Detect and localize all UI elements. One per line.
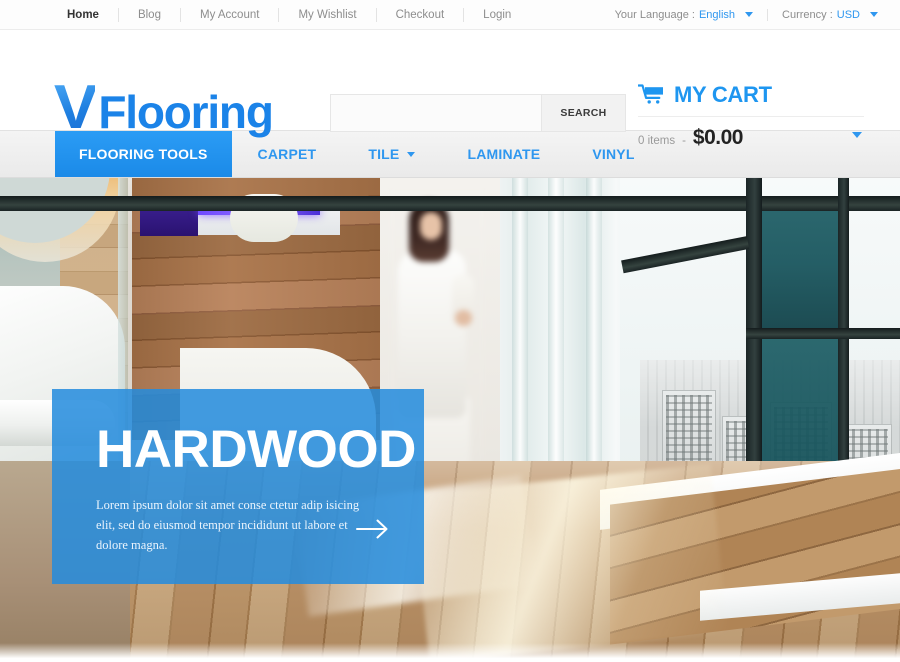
top-nav-link-my-wishlist[interactable]: My Wishlist xyxy=(279,7,377,22)
cart-widget[interactable]: MY CART 0 items - $0.00 xyxy=(638,82,864,150)
hero-bottom-fade xyxy=(0,643,900,661)
hero-sunbeam xyxy=(411,463,729,661)
top-bar-right: Your Language : English Currency : USD xyxy=(601,8,878,21)
nav-item-label: LAMINATE xyxy=(467,146,541,162)
hero-caption-panel[interactable]: HARDWOOD Lorem ipsum dolor sit amet cons… xyxy=(52,389,424,584)
cart-separator: - xyxy=(682,135,686,147)
top-nav-link-blog[interactable]: Blog xyxy=(119,7,181,22)
currency-label: Currency : xyxy=(782,8,833,21)
hero-glass-pane xyxy=(762,200,838,328)
top-nav: Home Blog My Account My Wishlist Checkou… xyxy=(48,7,530,22)
site-header: V Flooring SEARCH MY CART 0 items - $0.0… xyxy=(0,30,900,149)
nav-item-label: FLOORING TOOLS xyxy=(79,146,208,162)
nav-item-laminate[interactable]: LAMINATE xyxy=(441,131,566,177)
nav-item-label: TILE xyxy=(368,146,400,162)
cart-header: MY CART xyxy=(638,82,864,117)
language-value: English xyxy=(698,8,736,21)
chevron-down-icon[interactable] xyxy=(852,132,862,138)
currency-selector[interactable]: Currency : USD xyxy=(768,9,878,21)
top-nav-link-my-account[interactable]: My Account xyxy=(181,7,280,22)
search-input[interactable] xyxy=(331,95,541,131)
nav-item-label: VINYL xyxy=(592,146,635,162)
top-utility-bar: Home Blog My Account My Wishlist Checkou… xyxy=(0,0,900,30)
hero-banner: HARDWOOD Lorem ipsum dolor sit amet cons… xyxy=(0,178,900,661)
chevron-down-icon xyxy=(407,151,416,157)
logo-wordmark: Flooring xyxy=(98,86,274,138)
hero-description: Lorem ipsum dolor sit amet conse ctetur … xyxy=(96,498,360,552)
chevron-down-icon xyxy=(745,12,754,17)
hero-window-frame-horizontal xyxy=(746,328,900,339)
cart-total-amount: $0.00 xyxy=(692,126,744,149)
cart-summary: 0 items - $0.00 xyxy=(638,117,864,150)
hero-window-frame-horizontal xyxy=(0,196,900,211)
language-selector[interactable]: Your Language : English xyxy=(601,8,769,21)
page-root: Home Blog My Account My Wishlist Checkou… xyxy=(0,0,900,662)
search-form: SEARCH xyxy=(330,94,626,132)
cart-item-count: 0 items xyxy=(638,135,676,147)
top-nav-link-home[interactable]: Home xyxy=(48,7,119,22)
currency-value: USD xyxy=(836,8,860,21)
shopping-cart-icon xyxy=(638,84,663,104)
top-nav-link-login[interactable]: Login xyxy=(464,8,530,22)
top-nav-link-checkout[interactable]: Checkout xyxy=(377,7,465,22)
logo-mark: V xyxy=(53,73,98,142)
cart-title: MY CART xyxy=(674,82,772,107)
nav-item-tile[interactable]: TILE xyxy=(342,131,441,177)
nav-item-label: CARPET xyxy=(257,146,317,162)
site-logo[interactable]: V Flooring xyxy=(53,73,274,142)
language-label: Your Language : xyxy=(614,8,695,21)
chevron-down-icon xyxy=(870,12,878,17)
arrow-right-icon[interactable] xyxy=(356,518,390,540)
hero-heading: HARDWOOD xyxy=(96,420,416,479)
search-button[interactable]: SEARCH xyxy=(541,95,625,131)
